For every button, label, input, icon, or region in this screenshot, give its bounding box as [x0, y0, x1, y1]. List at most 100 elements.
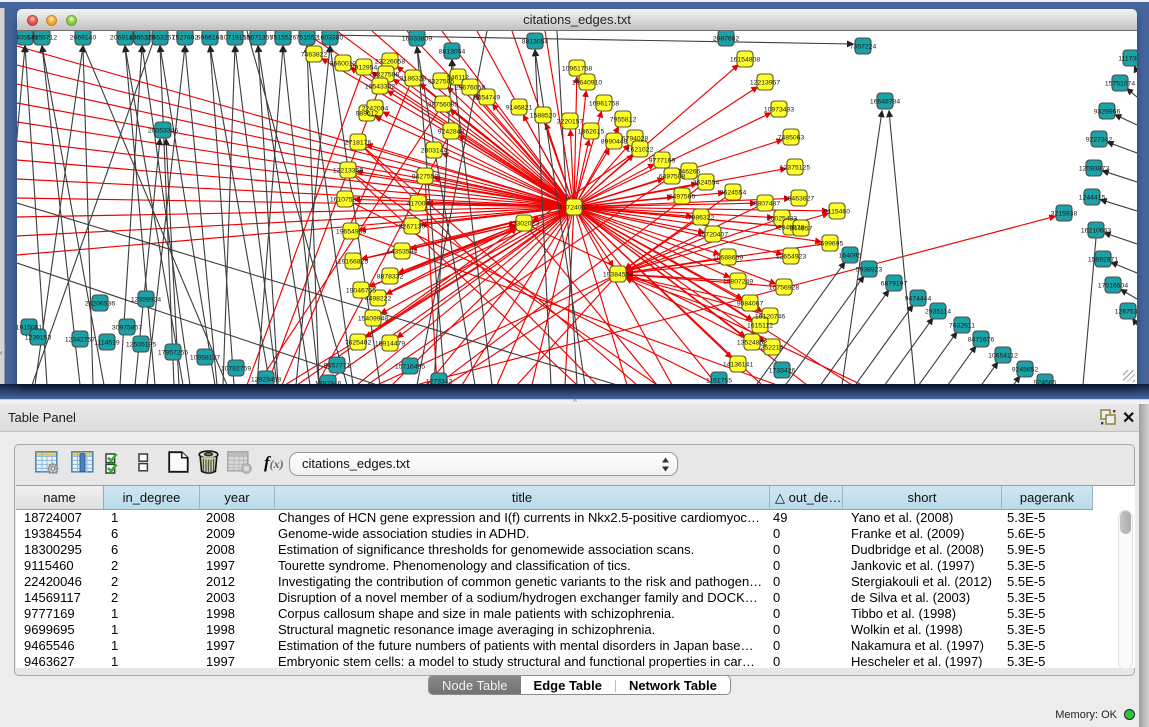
svg-text:9427552: 9427552	[412, 173, 439, 180]
svg-text:16107553: 16107553	[330, 196, 360, 203]
svg-text:12505185: 12505185	[126, 341, 156, 348]
svg-text:10688609: 10688609	[713, 254, 743, 261]
svg-text:19166825: 19166825	[338, 258, 368, 265]
svg-text:9227342: 9227342	[1086, 136, 1113, 143]
svg-text:10807487: 10807487	[750, 200, 780, 207]
svg-text:164095: 164095	[839, 252, 862, 259]
svg-text:16120746: 16120746	[755, 313, 785, 320]
svg-text:1615112: 1615112	[747, 322, 773, 329]
svg-text:1621022: 1621022	[627, 146, 654, 153]
svg-text:19046765: 19046765	[346, 287, 376, 294]
svg-text:16154808: 16154808	[730, 56, 760, 63]
svg-text:29676058: 29676058	[455, 84, 485, 91]
svg-text:7955812: 7955812	[610, 116, 637, 123]
svg-text:751552: 751552	[296, 34, 319, 41]
svg-text:16640910: 16640910	[572, 79, 602, 86]
svg-text:6794028: 6794028	[622, 135, 649, 142]
svg-text:6497508: 6497508	[659, 173, 686, 180]
svg-text:14353594: 14353594	[387, 248, 417, 255]
svg-text:7463822: 7463822	[301, 51, 328, 58]
svg-text:3220157: 3220157	[557, 118, 584, 125]
svg-text:14055712: 14055712	[27, 34, 57, 41]
svg-text:1603380: 1603380	[317, 34, 344, 41]
svg-text:9146821: 9146821	[506, 104, 533, 111]
svg-text:3186328: 3186328	[400, 75, 427, 82]
svg-text:18724007: 18724007	[559, 204, 589, 211]
svg-text:1161755: 1161755	[706, 377, 732, 384]
svg-text:38756085: 38756085	[428, 101, 458, 108]
svg-text:7625402: 7625402	[345, 339, 372, 346]
svg-text:1239153: 1239153	[25, 334, 52, 341]
svg-text:18463627: 18463627	[784, 195, 814, 202]
svg-text:12359924: 12359924	[131, 296, 161, 303]
svg-text:10961758: 10961758	[562, 65, 592, 72]
svg-text:10654112: 10654112	[988, 352, 1018, 359]
svg-text:1527602: 1527602	[172, 34, 199, 41]
svg-text:944957: 944957	[790, 225, 813, 232]
svg-text:8813054: 8813054	[522, 38, 549, 45]
svg-text:12213967: 12213967	[750, 79, 780, 86]
svg-text:1588520: 1588520	[530, 112, 557, 119]
svg-text:1267533: 1267533	[1115, 308, 1137, 315]
svg-text:16961758: 16961758	[589, 100, 619, 107]
svg-text:924565: 924565	[1034, 379, 1057, 384]
svg-text:19384554: 19384554	[603, 271, 633, 278]
svg-text:6497565: 6497565	[669, 193, 696, 200]
svg-text:4498222: 4498222	[365, 295, 392, 302]
svg-text:2935114: 2935114	[925, 308, 951, 315]
svg-text:16033809: 16033809	[402, 35, 432, 42]
svg-text:2087682: 2087682	[713, 35, 740, 42]
svg-text:16648784: 16648784	[870, 98, 900, 105]
svg-text:10671355: 10671355	[243, 34, 273, 41]
svg-text:10782759: 10782759	[221, 365, 251, 372]
svg-text:9245652: 9245652	[1012, 366, 1039, 373]
svg-text:15409948: 15409948	[358, 315, 388, 322]
svg-text:1273342: 1273342	[426, 378, 453, 384]
svg-text:12093873: 12093873	[1079, 165, 1109, 172]
svg-text:1362615: 1362615	[578, 128, 605, 135]
svg-text:3267130: 3267130	[399, 223, 426, 230]
svg-text:16914479: 16914479	[375, 340, 405, 347]
svg-text:7357224: 7357224	[850, 43, 877, 50]
svg-text:252214: 252214	[761, 344, 784, 351]
svg-text:12375125: 12375125	[780, 164, 810, 171]
svg-text:1915081: 1915081	[17, 324, 42, 331]
svg-text:26206536: 26206536	[85, 300, 115, 307]
svg-text:9327508: 9327508	[373, 71, 400, 78]
svg-text:10653267: 10653267	[145, 34, 175, 41]
svg-text:10973493: 10973493	[764, 106, 794, 113]
svg-text:2803144: 2803144	[421, 147, 448, 154]
svg-text:1114519: 1114519	[94, 339, 120, 346]
svg-text:8912954: 8912954	[351, 64, 378, 71]
svg-text:9699695: 9699695	[817, 240, 844, 247]
svg-text:10958127: 10958127	[190, 354, 220, 361]
svg-text:20053346: 20053346	[148, 127, 178, 134]
svg-text:7986322: 7986322	[688, 214, 715, 221]
svg-text:15751074: 15751074	[1105, 80, 1135, 87]
svg-text:2718176: 2718176	[345, 139, 372, 146]
svg-text:17957255: 17957255	[158, 349, 188, 356]
svg-text:16543362: 16543362	[365, 83, 395, 90]
svg-text:2069140: 2069140	[70, 34, 97, 41]
svg-text:5938923: 5938923	[856, 266, 883, 273]
svg-text:2242004: 2242004	[362, 105, 389, 112]
svg-text:12342757: 12342757	[65, 336, 95, 343]
svg-text:8813054: 8813054	[439, 48, 466, 55]
svg-text:3624554: 3624554	[693, 179, 720, 186]
svg-text:8878332: 8878332	[377, 273, 404, 280]
svg-text:14136141: 14136141	[723, 361, 753, 368]
svg-text:9474444: 9474444	[905, 295, 932, 302]
svg-text:9329966: 9329966	[1094, 108, 1121, 115]
svg-text:7485063: 7485063	[778, 134, 805, 141]
svg-text:3215938: 3215938	[1051, 210, 1078, 217]
svg-text:7515526: 7515526	[270, 34, 297, 41]
svg-text:7632611: 7632611	[949, 322, 975, 329]
svg-text:546112: 546112	[447, 74, 469, 81]
svg-text:8454749: 8454749	[474, 94, 501, 101]
svg-text:15716485: 15716485	[395, 363, 425, 370]
svg-text:417004: 417004	[407, 200, 430, 207]
svg-text:12654923: 12654923	[776, 253, 806, 260]
svg-text:10025433: 10025433	[767, 215, 797, 222]
svg-text:9242848: 9242848	[438, 128, 465, 135]
svg-text:18807249: 18807249	[723, 278, 753, 285]
